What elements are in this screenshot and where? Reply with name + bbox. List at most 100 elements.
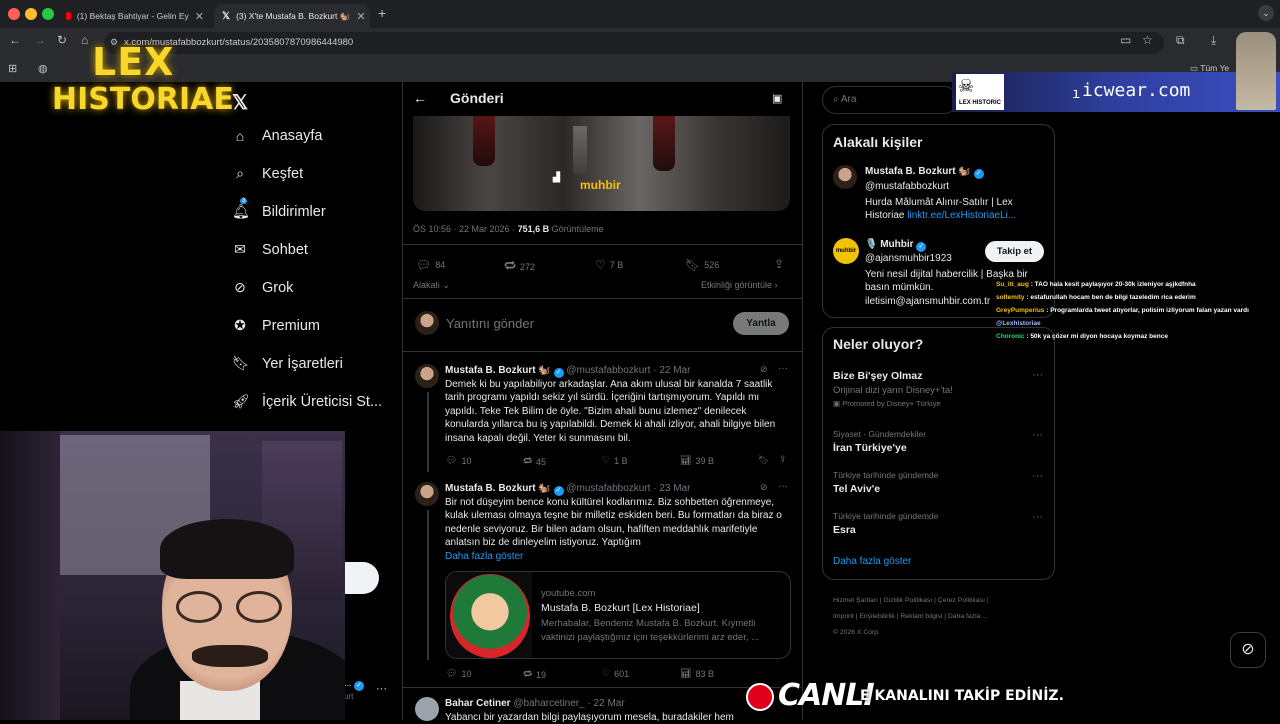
new-tab-button[interactable]: + bbox=[378, 5, 386, 21]
reload-icon[interactable]: ↻ bbox=[57, 33, 67, 47]
bookmark-stat[interactable]: 🔖︎ 526 bbox=[685, 258, 719, 272]
trend-item[interactable]: Bize Bi'şey Olmaz Orijinal dizi yarın Di… bbox=[833, 370, 953, 408]
post-button[interactable] bbox=[345, 562, 379, 594]
avatar[interactable] bbox=[415, 482, 439, 506]
show-more-link[interactable]: Daha fazla göster bbox=[445, 550, 523, 563]
reply-input[interactable]: Yanıtını gönder bbox=[446, 316, 534, 331]
grok-fab-icon[interactable]: ⊘ bbox=[1230, 632, 1266, 668]
browser-tab-1[interactable]: (1) Bektaş Bahtiyar - Gelin Ey ✕ bbox=[58, 4, 212, 28]
sidebar-item-chat[interactable]: ✉ Sohbet bbox=[232, 241, 382, 258]
more-icon[interactable]: ··· bbox=[1032, 470, 1043, 482]
sidebar-item-grok[interactable]: ⊘ Grok bbox=[232, 279, 382, 296]
reply-stat[interactable]: 💬︎ 10 bbox=[446, 668, 471, 679]
grok-icon: ⊘ bbox=[234, 279, 246, 295]
trend-item[interactable]: Siyaset · Gündemdekiler İran Türkiye'ye bbox=[833, 429, 926, 454]
repost-stat[interactable]: 🔁︎ 19 bbox=[523, 668, 546, 681]
browser-tab-2[interactable]: 𝕏 (3) X'te Mustafa B. Bozkurt 🐿️ ✕ bbox=[214, 4, 370, 28]
follow-button[interactable]: Takip et bbox=[985, 241, 1044, 262]
link-card[interactable]: youtube.com Mustafa B. Bozkurt [Lex Hist… bbox=[445, 571, 791, 659]
url-field[interactable]: x.com/mustafabbozkurt/status/20358078709… bbox=[104, 32, 1164, 54]
sidebar-item-premium[interactable]: ✪ Premium bbox=[232, 317, 382, 334]
footer-link[interactable]: Hizmet Şartları bbox=[833, 597, 878, 604]
footer-link[interactable]: Daha fazla ... bbox=[948, 613, 988, 620]
grok-icon[interactable]: ⊘ bbox=[760, 364, 768, 375]
like-stat[interactable]: ♡ 601 bbox=[602, 668, 629, 679]
like-stat[interactable]: ♡ 1 B bbox=[602, 455, 628, 466]
trend-item[interactable]: Türkiye tarihinde gündemde Tel Aviv'e bbox=[833, 470, 938, 495]
reader-view-icon[interactable]: ▣ bbox=[772, 92, 782, 105]
sidebar-item-home[interactable]: ⌂ Anasayfa bbox=[232, 128, 382, 144]
account-switcher[interactable]: ... ✓ bbox=[344, 678, 365, 691]
sidebar-item-creator-studio[interactable]: 🚀︎ İçerik Üreticisi St... bbox=[232, 393, 382, 410]
footer-link[interactable]: Erişilebilirlik bbox=[859, 613, 895, 620]
apps-icon[interactable]: ⊞ bbox=[8, 62, 17, 75]
close-tab-icon[interactable]: ✕ bbox=[356, 10, 365, 23]
chat-message: GreyPumperius : Programlarda tweet atıyo… bbox=[996, 307, 1249, 314]
more-icon[interactable]: ··· bbox=[1032, 511, 1043, 523]
sidebar-item-bookmarks[interactable]: 🔖︎ Yer İşaretleri bbox=[232, 355, 382, 372]
views-stat[interactable]: 📊︎ 39 B bbox=[680, 455, 714, 466]
sidebar-item-label: Sohbet bbox=[262, 241, 308, 258]
like-icon: ♡ bbox=[595, 258, 606, 272]
footer-link[interactable]: Çerez Politikası bbox=[938, 597, 985, 604]
avatar[interactable] bbox=[415, 364, 439, 388]
footer-link[interactable]: Imprint bbox=[833, 613, 854, 620]
show-more-trends-link[interactable]: Daha fazla göster bbox=[833, 556, 911, 567]
avatar[interactable] bbox=[415, 311, 439, 335]
extensions-icon[interactable]: ⧉ bbox=[1176, 33, 1185, 48]
close-window-button[interactable] bbox=[8, 8, 20, 20]
reply-button[interactable]: Yantla bbox=[733, 312, 789, 335]
share-icon[interactable]: ⇪ bbox=[779, 454, 787, 465]
more-icon[interactable]: ··· bbox=[778, 363, 788, 374]
download-icon[interactable]: ⤓ bbox=[1211, 33, 1216, 48]
person-handle: @ajansmuhbir1923 bbox=[865, 253, 952, 264]
more-icon[interactable]: ··· bbox=[1032, 429, 1043, 441]
post-media[interactable]: ▟ muhbir bbox=[413, 116, 790, 211]
share-icon[interactable]: ⇪ bbox=[774, 257, 784, 271]
trend-item[interactable]: Türkiye tarihinde gündemde Esra bbox=[833, 511, 938, 536]
maximize-window-button[interactable] bbox=[42, 8, 54, 20]
reply-stat[interactable]: 💬︎ 10 bbox=[446, 455, 471, 466]
bookmark-icon[interactable]: 🔖︎ bbox=[758, 455, 769, 466]
forward-icon[interactable]: → bbox=[34, 33, 46, 47]
person-name[interactable]: Mustafa B. Bozkurt 🐿️ ✓ bbox=[865, 165, 1045, 179]
back-arrow-icon[interactable]: ← bbox=[413, 90, 427, 106]
footer-link[interactable]: Reklam bilgisi bbox=[900, 613, 942, 620]
page-title: Gönderi bbox=[450, 90, 504, 106]
reply-stat[interactable]: 💬︎ 84 bbox=[416, 258, 445, 272]
home-browser-icon[interactable]: ⌂ bbox=[81, 33, 88, 47]
glasses-right bbox=[236, 591, 282, 623]
like-stat[interactable]: ♡ 7 B bbox=[595, 258, 623, 272]
sidebar-item-notifications[interactable]: 🔔︎ 3 Bildirimler bbox=[232, 198, 382, 220]
search-input[interactable]: ⌕ Ara bbox=[822, 86, 958, 114]
chat-message: @Lexhistoriae bbox=[996, 320, 1041, 327]
sort-dropdown[interactable]: Alakalı ⌄ bbox=[413, 280, 450, 291]
star-icon[interactable]: ☆ bbox=[1142, 33, 1153, 47]
repost-stat[interactable]: 🔁︎ 272 bbox=[504, 258, 535, 275]
muhbir-avatar[interactable]: muhbir bbox=[833, 238, 859, 264]
footer-links: Hizmet Şartları | Gizlilik Politikası | … bbox=[833, 597, 989, 636]
close-tab-icon[interactable]: ✕ bbox=[195, 10, 204, 23]
more-icon[interactable]: ··· bbox=[1032, 369, 1043, 381]
sidebar-item-explore[interactable]: ⌕ Keşfet bbox=[232, 165, 382, 182]
avatar[interactable] bbox=[415, 697, 439, 721]
webcam-video bbox=[0, 431, 345, 720]
footer-link[interactable]: Gizlilik Politikası bbox=[884, 597, 933, 604]
repost-icon: 🔁︎ bbox=[504, 259, 517, 273]
more-icon[interactable]: ··· bbox=[376, 683, 387, 695]
cast-icon[interactable]: ▭ bbox=[1120, 33, 1131, 47]
view-activity-link[interactable]: Etkinliği görüntüle › bbox=[701, 280, 778, 290]
more-icon[interactable]: ··· bbox=[778, 481, 788, 492]
views-stat[interactable]: 📊︎ 83 B bbox=[680, 668, 714, 679]
grok-icon[interactable]: ⊘ bbox=[760, 482, 768, 493]
divider bbox=[402, 687, 803, 688]
x-logo-icon[interactable]: 𝕏 bbox=[232, 90, 248, 115]
repost-stat[interactable]: 🔁︎ 45 bbox=[523, 455, 546, 468]
minimize-window-button[interactable] bbox=[25, 8, 37, 20]
back-icon[interactable]: ← bbox=[9, 33, 21, 47]
avatar[interactable] bbox=[833, 165, 857, 189]
globe-icon[interactable]: ◍ bbox=[38, 62, 48, 75]
person-name[interactable]: 🎙️ Muhbir ✓ bbox=[865, 238, 927, 252]
tab-search-button[interactable]: ⌄ bbox=[1258, 5, 1274, 21]
divider bbox=[402, 244, 803, 245]
